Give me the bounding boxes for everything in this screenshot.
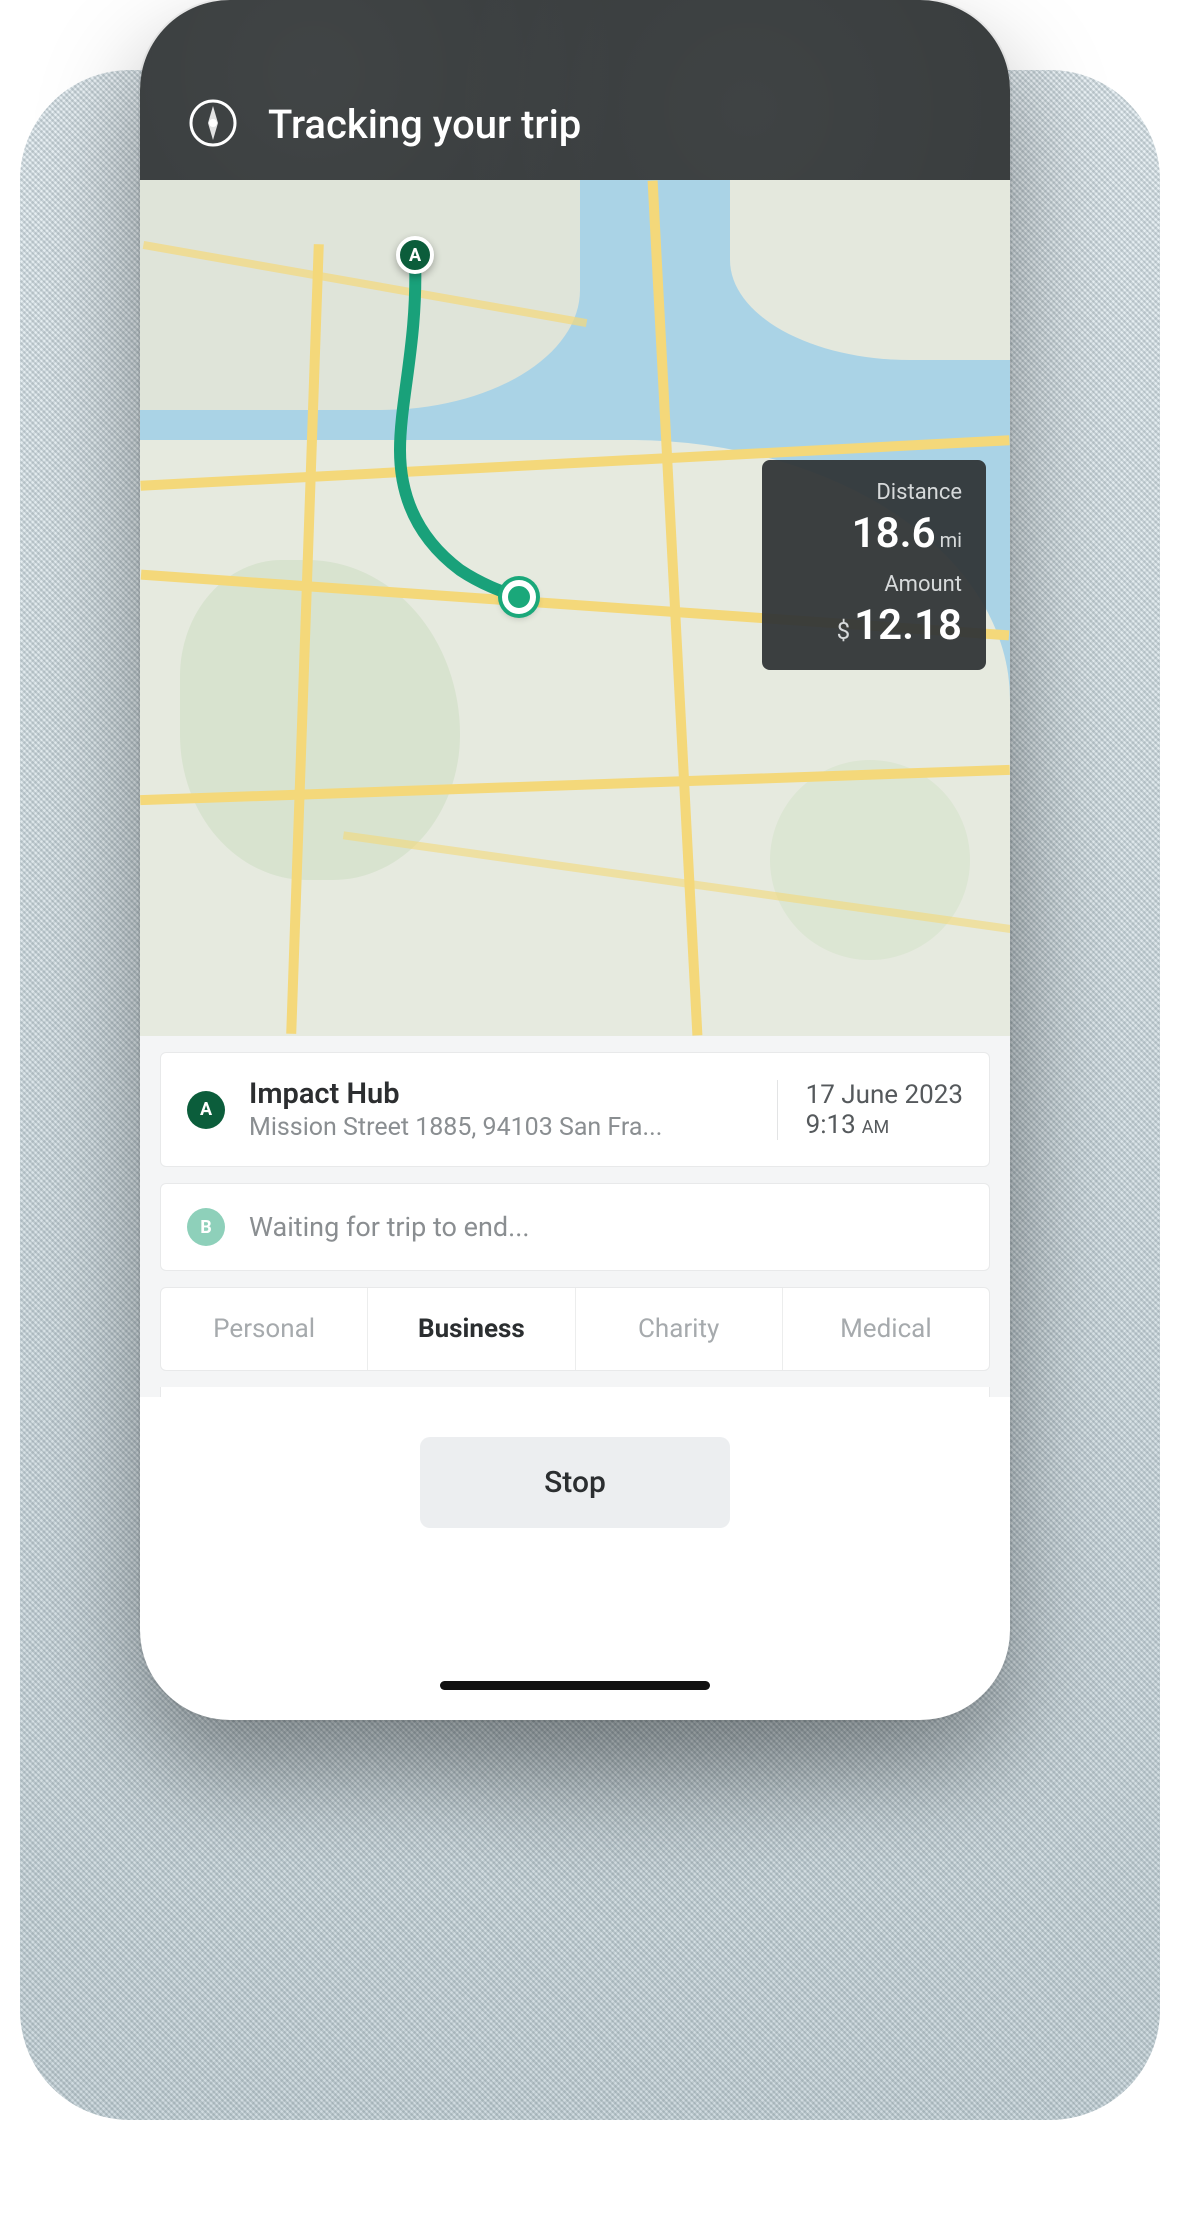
origin-time: 9:13 xyxy=(806,1110,856,1140)
map-view[interactable]: A Distance 18.6 mi Amount $ 12.18 xyxy=(140,180,1010,1036)
distance-number: 18.6 xyxy=(852,509,936,558)
origin-address: Mission Street 1885, 94103 San Fra... xyxy=(249,1113,753,1142)
amount-currency: $ xyxy=(837,617,851,645)
page-title: Tracking your trip xyxy=(268,101,581,148)
trip-stats-card: Distance 18.6 mi Amount $ 12.18 xyxy=(762,460,986,670)
amount-number: 12.18 xyxy=(854,601,962,650)
compass-icon xyxy=(188,98,238,148)
origin-time-suffix: AM xyxy=(862,1117,889,1138)
tab-business[interactable]: Business xyxy=(368,1288,575,1370)
stop-button[interactable]: Stop xyxy=(420,1437,730,1528)
origin-date: 17 June 2023 xyxy=(806,1080,963,1110)
tab-medical[interactable]: Medical xyxy=(783,1288,989,1370)
footer-actions: Stop xyxy=(140,1397,1010,1572)
origin-name: Impact Hub xyxy=(249,1077,753,1111)
distance-unit: mi xyxy=(940,528,962,552)
app-header: Tracking your trip xyxy=(140,0,1010,180)
distance-label: Distance xyxy=(786,480,962,505)
amount-label: Amount xyxy=(786,572,962,597)
distance-value: 18.6 mi xyxy=(786,509,962,558)
amount-value: $ 12.18 xyxy=(786,601,962,650)
destination-card[interactable]: B Waiting for trip to end... xyxy=(160,1183,990,1271)
current-location-marker-icon[interactable] xyxy=(502,580,536,614)
origin-card[interactable]: A Impact Hub Mission Street 1885, 94103 … xyxy=(160,1052,990,1167)
category-segmented-control: Personal Business Charity Medical xyxy=(160,1287,990,1371)
home-indicator[interactable] xyxy=(440,1681,710,1690)
destination-pin-icon: B xyxy=(187,1208,225,1246)
tab-personal[interactable]: Personal xyxy=(161,1288,368,1370)
origin-pin-icon: A xyxy=(187,1091,225,1129)
destination-status: Waiting for trip to end... xyxy=(249,1211,963,1243)
card-edge xyxy=(160,1387,990,1397)
tab-charity[interactable]: Charity xyxy=(576,1288,783,1370)
origin-datetime: 17 June 2023 9:13 AM xyxy=(777,1080,963,1140)
trip-details-panel: A Impact Hub Mission Street 1885, 94103 … xyxy=(140,1036,1010,1397)
origin-marker-icon[interactable]: A xyxy=(396,236,434,274)
phone-frame: Tracking your trip A Distance 18.6 mi Am… xyxy=(140,0,1010,1720)
